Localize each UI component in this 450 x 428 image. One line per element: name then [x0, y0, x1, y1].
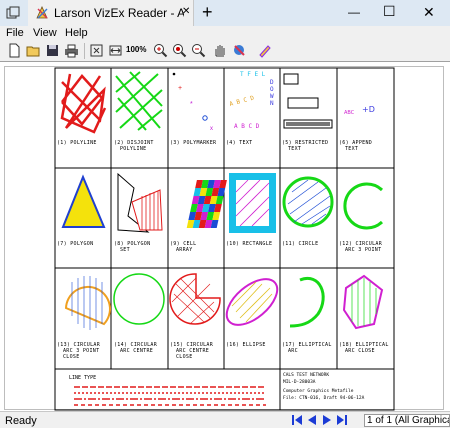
cell-caption-17: ARC: [288, 348, 298, 354]
text-tfel: T F E L: [240, 71, 266, 78]
title-block: CALS TEST NETWORK MIL-D-28003A Computer …: [283, 372, 365, 401]
cell-caption-4: (4) TEXT: [226, 140, 252, 146]
document-view[interactable]: + * x T F E L DOWN A B C D A B C D ABC +…: [0, 61, 450, 411]
previous-page-icon[interactable]: [305, 413, 319, 427]
new-file-icon[interactable]: [7, 43, 22, 58]
print-icon[interactable]: [64, 43, 79, 58]
tab-actions-icon[interactable]: [6, 6, 20, 20]
svg-text:*: *: [190, 101, 193, 108]
ellipse-sample: [225, 278, 279, 326]
toolbar: 100%: [0, 41, 450, 61]
circular-arc-centre-sample: [113, 273, 165, 325]
new-tab-button[interactable]: +: [202, 2, 213, 23]
cell-caption-12: ARC 3 POINT: [345, 247, 381, 253]
circular-arc-close-sample: [64, 276, 111, 330]
title-block-line-3: Computer Graphics Metafile: [283, 388, 354, 394]
circular-arc-3point-sample: [343, 182, 384, 230]
svg-text:+: +: [178, 85, 182, 92]
save-icon[interactable]: [45, 43, 60, 58]
polyline-sample: [60, 73, 107, 134]
cell-caption-5: TEXT: [288, 146, 301, 152]
tab-close-button[interactable]: ✕: [182, 6, 190, 17]
zoom-out-icon[interactable]: [191, 43, 206, 58]
drawing-canvas: + * x T F E L DOWN A B C D A B C D ABC +…: [54, 67, 395, 411]
next-page-icon[interactable]: [320, 413, 334, 427]
app-icon: [36, 6, 48, 19]
cell-caption-3: (3) POLYMARKER: [170, 140, 217, 146]
cell-caption-2: POLYLINE: [120, 146, 146, 152]
rectangle-sample: [229, 173, 276, 233]
menu-bar: File View Help: [0, 26, 450, 41]
polygon-set-sample: [117, 172, 163, 233]
cell-caption-15: CLOSE: [176, 354, 193, 360]
fit-width-icon[interactable]: [108, 43, 123, 58]
circular-arc-centre-close-sample: [169, 273, 221, 325]
close-button[interactable]: ✕: [423, 4, 435, 21]
append-text-a: ABC: [344, 110, 355, 116]
markup-icon[interactable]: [257, 43, 272, 58]
line-type-label: LINE TYPE: [69, 375, 96, 381]
menu-view[interactable]: View: [33, 27, 57, 39]
text-abcd: A B C D: [229, 95, 256, 108]
menu-help[interactable]: Help: [65, 27, 88, 39]
line-type-samples: [74, 386, 266, 406]
title-block-line-1: CALS TEST NETWORK: [283, 372, 329, 378]
cell-caption-10: (10) RECTANGLE: [226, 241, 272, 247]
cell-caption-18: ARC CLOSE: [345, 348, 375, 354]
document-tab[interactable]: Larson VizEx Reader - A ✕: [28, 0, 194, 26]
text-abcd-magenta: A B C D: [234, 123, 260, 130]
cell-grid: [54, 67, 395, 411]
last-page-icon[interactable]: [335, 413, 349, 427]
title-bar: Larson VizEx Reader - A ✕ + — ☐ ✕: [0, 0, 450, 26]
zoom-100-icon[interactable]: 100%: [126, 45, 146, 54]
cell-caption-13: CLOSE: [63, 354, 80, 360]
zoom-in-icon[interactable]: [153, 43, 168, 58]
zoom-window-icon[interactable]: [172, 43, 187, 58]
pan-hand-icon[interactable]: [212, 43, 227, 58]
layers-icon[interactable]: [232, 43, 247, 58]
cell-caption-9: ARRAY: [176, 247, 193, 253]
cell-caption-14: ARC CENTRE: [120, 348, 153, 354]
status-bar: Ready 1 of 1 (All Graphical F: [0, 411, 450, 428]
disjoint-polyline-sample: [115, 71, 163, 131]
elliptical-arc-sample: [289, 276, 325, 328]
page-indicator: 1 of 1 (All Graphical F: [364, 414, 450, 427]
open-folder-icon[interactable]: [26, 43, 41, 58]
cell-caption-7: (7) POLYGON: [57, 241, 93, 247]
fit-page-icon[interactable]: [89, 43, 104, 58]
cell-caption-8: SET: [120, 247, 130, 253]
append-text-sample: ABC +D: [344, 105, 375, 116]
svg-text:x: x: [210, 126, 213, 132]
first-page-icon[interactable]: [290, 413, 304, 427]
polygon-sample: [61, 174, 106, 228]
circle-sample: [282, 176, 334, 228]
minimize-button[interactable]: —: [348, 5, 360, 19]
cell-caption-11: (11) CIRCLE: [282, 241, 318, 247]
elliptical-arc-close-sample: [342, 274, 384, 330]
title-block-line-2: MIL-D-28003A: [283, 379, 316, 385]
cell-captions: (1) POLYLINE (2) DISJOINTPOLYLINE(3) POLY…: [57, 140, 388, 360]
menu-file[interactable]: File: [6, 27, 24, 39]
status-text: Ready: [5, 415, 37, 427]
maximize-button[interactable]: ☐: [383, 3, 396, 20]
cell-caption-6: TEXT: [345, 146, 358, 152]
polymarker-sample: + * x: [172, 72, 213, 132]
cell-caption-16: (16) ELLIPSE: [226, 342, 266, 348]
text-down: DOWN: [270, 79, 274, 107]
toolbar-separator: [84, 43, 85, 59]
restricted-text-sample: [283, 73, 333, 129]
tab-title: Larson VizEx Reader - A: [54, 6, 184, 20]
cell-caption-1: (1) POLYLINE: [57, 140, 97, 146]
text-sample: T F E L DOWN A B C D A B C D: [229, 71, 274, 130]
append-text-b: +D: [362, 105, 375, 114]
cell-array-sample: [186, 180, 227, 228]
title-block-line-4: File: CTN-016, Draft 94-06-12A: [283, 395, 365, 401]
